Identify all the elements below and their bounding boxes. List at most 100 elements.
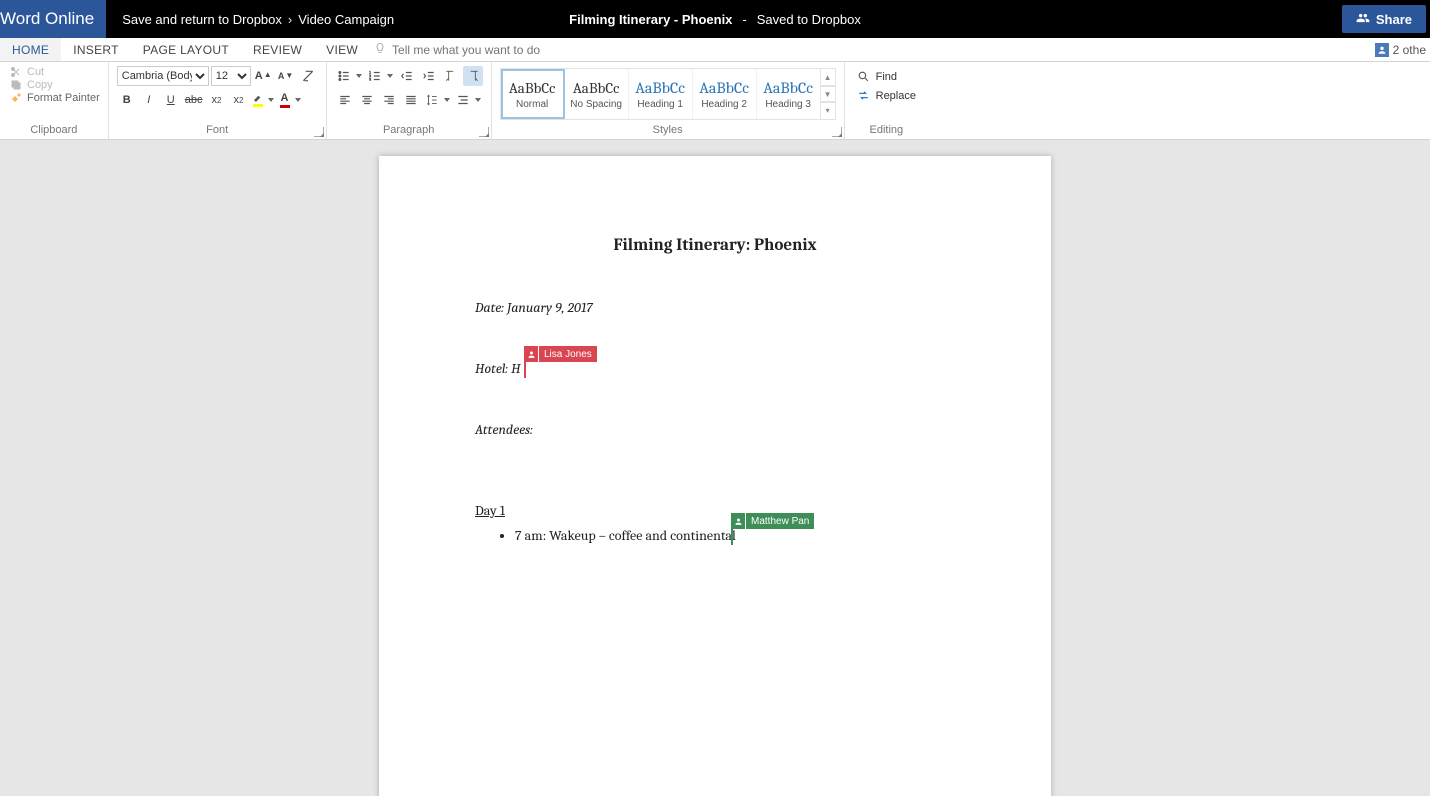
align-center-button[interactable] bbox=[357, 90, 377, 110]
collab-tag-lisa: Lisa Jones bbox=[524, 346, 597, 362]
styles-more[interactable]: ▾ bbox=[820, 101, 836, 120]
increase-indent-button[interactable] bbox=[419, 66, 439, 86]
decrease-indent-button[interactable] bbox=[397, 66, 417, 86]
tab-review[interactable]: REVIEW bbox=[241, 38, 314, 61]
presence-indicator[interactable]: 2 othe bbox=[1375, 38, 1426, 61]
people-icon bbox=[1375, 43, 1389, 57]
hotel-label: Hotel: bbox=[475, 360, 511, 377]
find-button[interactable]: Find bbox=[857, 70, 916, 83]
format-painter-label: Format Painter bbox=[27, 92, 100, 104]
cut-label: Cut bbox=[27, 66, 44, 78]
breadcrumb-link-dropbox[interactable]: Save and return to Dropbox bbox=[122, 12, 282, 27]
ltr-button[interactable] bbox=[441, 66, 461, 86]
share-icon bbox=[1356, 11, 1370, 28]
attendees-line[interactable]: Attendees: bbox=[475, 421, 955, 438]
find-label: Find bbox=[876, 71, 897, 83]
justify-button[interactable] bbox=[401, 90, 421, 110]
svg-text:3: 3 bbox=[369, 78, 371, 82]
format-painter-button[interactable]: Format Painter bbox=[10, 92, 100, 104]
font-name-select[interactable]: Cambria (Body) bbox=[117, 66, 209, 86]
subscript-button[interactable]: x2 bbox=[207, 90, 227, 110]
document-canvas[interactable]: Filming Itinerary: Phoenix Date: January… bbox=[0, 140, 1430, 796]
replace-label: Replace bbox=[876, 90, 916, 102]
date-value: January 9, 2017 bbox=[507, 299, 593, 316]
tab-insert[interactable]: INSERT bbox=[61, 38, 131, 61]
bold-button[interactable]: B bbox=[117, 90, 137, 110]
numbering-button[interactable]: 123 bbox=[366, 66, 395, 86]
italic-button[interactable]: I bbox=[139, 90, 159, 110]
styles-gallery[interactable]: AaBbCcNormalAaBbCcNo SpacingAaBbCcHeadin… bbox=[500, 68, 836, 120]
style-item-heading-1[interactable]: AaBbCcHeading 1 bbox=[629, 69, 693, 119]
date-line[interactable]: Date: January 9, 2017 bbox=[475, 299, 955, 316]
underline-button[interactable]: U bbox=[161, 90, 181, 110]
ribbon: Cut Copy Format Painter Clipboard Cambri… bbox=[0, 62, 1430, 140]
app-brand: Word Online bbox=[0, 0, 106, 38]
share-button[interactable]: Share bbox=[1342, 5, 1426, 33]
hotel-line[interactable]: Hotel: H Lisa Jones bbox=[475, 360, 955, 377]
breadcrumb-link-folder[interactable]: Video Campaign bbox=[298, 12, 394, 27]
group-font: Cambria (Body) 12 A▲ A▼ B I U abc x2 x2 bbox=[109, 62, 327, 139]
font-color-button[interactable]: A bbox=[278, 90, 303, 110]
line-spacing-button[interactable] bbox=[423, 90, 452, 110]
group-label-paragraph: Paragraph bbox=[335, 124, 483, 137]
rtl-button[interactable] bbox=[463, 66, 483, 86]
group-paragraph: 123 Paragraph bbox=[327, 62, 492, 139]
style-item-heading-2[interactable]: AaBbCcHeading 2 bbox=[693, 69, 757, 119]
hotel-value: H bbox=[511, 360, 520, 377]
group-label-styles: Styles bbox=[500, 124, 836, 137]
shrink-font-button[interactable]: A▼ bbox=[276, 66, 296, 86]
group-label-clipboard: Clipboard bbox=[8, 124, 100, 137]
group-editing: Find Replace Editing bbox=[845, 62, 928, 139]
share-button-label: Share bbox=[1376, 12, 1412, 27]
date-label: Date: bbox=[475, 299, 507, 316]
align-left-button[interactable] bbox=[335, 90, 355, 110]
title-sep: - bbox=[742, 12, 746, 27]
tab-page-layout[interactable]: PAGE LAYOUT bbox=[131, 38, 241, 61]
highlight-button[interactable] bbox=[251, 90, 276, 110]
copy-button[interactable]: Copy bbox=[10, 79, 100, 91]
align-right-button[interactable] bbox=[379, 90, 399, 110]
bullets-button[interactable] bbox=[335, 66, 364, 86]
ribbon-tabs: HOME INSERT PAGE LAYOUT REVIEW VIEW 2 ot… bbox=[0, 38, 1430, 62]
group-label-font: Font bbox=[117, 124, 318, 137]
clear-formatting-button[interactable] bbox=[298, 66, 318, 86]
styles-dialog-launcher[interactable] bbox=[832, 127, 842, 137]
tab-view[interactable]: VIEW bbox=[314, 38, 370, 61]
collab-tag-matthew: Matthew Pan bbox=[731, 513, 814, 529]
copy-label: Copy bbox=[27, 79, 53, 91]
style-item-heading-3[interactable]: AaBbCcHeading 3 bbox=[757, 69, 821, 119]
collab-cursor-matthew bbox=[731, 527, 733, 545]
cut-button[interactable]: Cut bbox=[10, 66, 100, 78]
group-clipboard: Cut Copy Format Painter Clipboard bbox=[0, 62, 109, 139]
font-dialog-launcher[interactable] bbox=[314, 127, 324, 137]
font-size-select[interactable]: 12 bbox=[211, 66, 251, 86]
tell-me-search[interactable] bbox=[374, 38, 592, 61]
collab-name-lisa: Lisa Jones bbox=[539, 346, 597, 362]
paragraph-dialog-launcher[interactable] bbox=[479, 127, 489, 137]
day1-header[interactable]: Day 1 bbox=[475, 502, 955, 519]
day1-list[interactable]: 7 am: Wakeup – coffee and continental Ma… bbox=[515, 527, 955, 544]
breadcrumb: Save and return to Dropbox › Video Campa… bbox=[122, 12, 394, 27]
special-indent-button[interactable] bbox=[454, 90, 483, 110]
style-item-normal[interactable]: AaBbCcNormal bbox=[501, 69, 565, 119]
person-icon bbox=[731, 513, 745, 529]
title-bar: Word Online Save and return to Dropbox ›… bbox=[0, 0, 1430, 38]
chevron-right-icon: › bbox=[288, 12, 292, 27]
grow-font-button[interactable]: A▲ bbox=[253, 66, 274, 86]
save-status: Saved to Dropbox bbox=[757, 12, 861, 27]
superscript-button[interactable]: x2 bbox=[229, 90, 249, 110]
collab-name-matthew: Matthew Pan bbox=[746, 513, 814, 529]
presence-count: 2 othe bbox=[1393, 43, 1426, 57]
style-item-no-spacing[interactable]: AaBbCcNo Spacing bbox=[565, 69, 629, 119]
tab-home[interactable]: HOME bbox=[0, 38, 61, 61]
group-label-editing: Editing bbox=[853, 124, 920, 137]
replace-button[interactable]: Replace bbox=[857, 89, 916, 102]
person-icon bbox=[524, 346, 538, 362]
lightbulb-icon bbox=[374, 40, 386, 59]
strikethrough-button[interactable]: abc bbox=[183, 90, 205, 110]
day1-item1-text: 7 am: Wakeup – coffee and continental bbox=[515, 527, 736, 544]
doc-title[interactable]: Filming Itinerary: Phoenix bbox=[475, 236, 955, 255]
list-item[interactable]: 7 am: Wakeup – coffee and continental Ma… bbox=[515, 527, 955, 544]
page[interactable]: Filming Itinerary: Phoenix Date: January… bbox=[379, 156, 1051, 796]
tell-me-input[interactable] bbox=[392, 43, 592, 57]
